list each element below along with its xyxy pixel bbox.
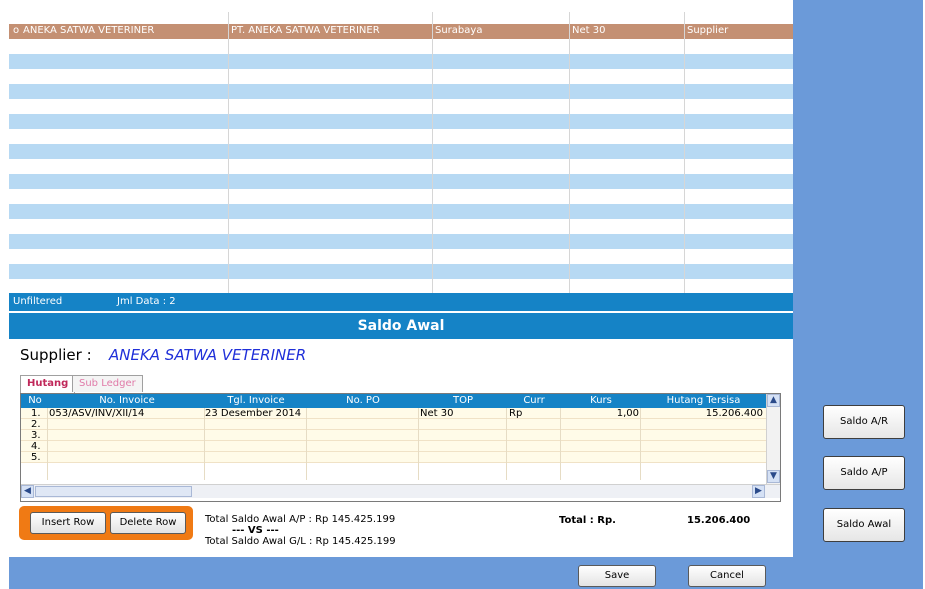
cell-no: 4. — [31, 441, 41, 452]
column-divider — [684, 12, 685, 293]
scroll-down-icon[interactable]: ▼ — [767, 470, 780, 483]
list-row[interactable] — [9, 219, 793, 234]
main-panel: o ANEKA SATWA VETERINER PT. ANEKA SATWA … — [9, 0, 793, 589]
list-row[interactable] — [9, 84, 793, 99]
col-header-po[interactable]: No. PO — [307, 395, 419, 406]
grid-column-divider — [560, 408, 561, 480]
list-row[interactable] — [9, 204, 793, 219]
cell-company: PT. ANEKA SATWA VETERINER — [231, 25, 380, 36]
table-row[interactable]: 1. 053/ASV/INV/XII/14 23 Desember 2014 N… — [21, 408, 766, 419]
table-row[interactable]: 3. — [21, 430, 766, 441]
column-divider — [228, 12, 229, 293]
delete-row-button[interactable]: Delete Row — [110, 512, 186, 534]
list-row[interactable] — [9, 129, 793, 144]
grid-column-divider — [47, 408, 48, 480]
col-header-invoice[interactable]: No. Invoice — [49, 395, 205, 406]
table-row[interactable]: 4. — [21, 441, 766, 452]
list-row[interactable] — [9, 264, 793, 279]
grid-column-divider — [506, 408, 507, 480]
cancel-button[interactable]: Cancel — [688, 565, 766, 587]
tab-hutang[interactable]: Hutang — [20, 375, 76, 393]
table-row[interactable]: 5. — [21, 452, 766, 463]
grid-column-divider — [418, 408, 419, 480]
list-row[interactable] — [9, 279, 793, 293]
total-saldo-gl: Total Saldo Awal G/L : Rp 145.425.199 — [205, 536, 396, 547]
row-action-group: Insert Row Delete Row — [19, 506, 193, 540]
cell-kurs[interactable]: 1,00 — [561, 408, 639, 419]
total-label: Total : Rp. — [559, 515, 616, 526]
list-row[interactable] — [9, 174, 793, 189]
list-row[interactable] — [9, 69, 793, 84]
list-row[interactable] — [9, 189, 793, 204]
grid-horizontal-scrollbar[interactable]: ◀ ▶ — [21, 484, 780, 498]
cell-no: 3. — [31, 430, 41, 441]
saldo-awal-panel: Supplier : ANEKA SATWA VETERINER Hutang … — [9, 339, 793, 589]
cell-curr[interactable]: Rp — [509, 408, 522, 419]
col-header-date[interactable]: Tgl. Invoice — [205, 395, 307, 406]
grid-header: No No. Invoice Tgl. Invoice No. PO TOP C… — [21, 394, 780, 408]
col-header-no[interactable]: No — [23, 395, 47, 406]
cell-invoice[interactable]: 053/ASV/INV/XII/14 — [49, 408, 144, 419]
cell-city: Surabaya — [435, 25, 483, 36]
supplier-name: ANEKA SATWA VETERINER — [109, 346, 307, 364]
vs-separator: --- VS --- — [232, 525, 279, 536]
grid-column-divider — [640, 408, 641, 480]
column-divider — [432, 12, 433, 293]
total-value: 15.206.400 — [687, 515, 751, 526]
cell-code: o — [13, 25, 20, 36]
list-row[interactable] — [9, 159, 793, 174]
tab-sub-ledger[interactable]: Sub Ledger — [72, 375, 143, 392]
cell-top[interactable]: Net 30 — [420, 408, 453, 419]
insert-row-button[interactable]: Insert Row — [30, 512, 106, 534]
cell-hutang[interactable]: 15.206.400 — [641, 408, 763, 419]
list-row[interactable] — [9, 114, 793, 129]
save-button[interactable]: Save — [578, 565, 656, 587]
col-header-top[interactable]: TOP — [419, 395, 507, 406]
col-header-kurs[interactable]: Kurs — [561, 395, 641, 406]
grid-column-divider — [306, 408, 307, 480]
column-divider — [569, 12, 570, 293]
scroll-right-icon[interactable]: ▶ — [752, 485, 765, 498]
scroll-thumb[interactable] — [35, 486, 192, 497]
col-header-curr[interactable]: Curr — [507, 395, 561, 406]
list-row[interactable] — [9, 234, 793, 249]
cell-no: 5. — [31, 452, 41, 463]
right-panel: Saldo A/R Saldo A/P Saldo Awal — [793, 0, 923, 589]
list-status-bar: Unfiltered Jml Data : 2 — [9, 293, 793, 311]
list-row[interactable] — [9, 39, 793, 54]
grid-vertical-scrollbar[interactable]: ▲ ▼ — [766, 394, 780, 484]
supplier-label: Supplier : — [20, 346, 92, 364]
scroll-left-icon[interactable]: ◀ — [21, 485, 34, 498]
saldo-awal-title: Saldo Awal — [9, 313, 793, 339]
footer-bar: Save Cancel — [9, 557, 793, 589]
list-row[interactable] — [9, 144, 793, 159]
list-row[interactable] — [9, 54, 793, 69]
grid-column-divider — [204, 408, 205, 480]
data-count: Jml Data : 2 — [117, 296, 176, 307]
filter-status: Unfiltered — [13, 296, 63, 307]
cell-name: ANEKA SATWA VETERINER — [23, 25, 155, 36]
cell-terms: Net 30 — [572, 25, 606, 36]
saldo-awal-button[interactable]: Saldo Awal — [823, 508, 905, 542]
supplier-list[interactable]: o ANEKA SATWA VETERINER PT. ANEKA SATWA … — [9, 12, 793, 293]
cell-no: 1. — [31, 408, 41, 419]
table-row[interactable]: 2. — [21, 419, 766, 430]
list-row[interactable] — [9, 249, 793, 264]
hutang-grid[interactable]: No No. Invoice Tgl. Invoice No. PO TOP C… — [20, 393, 781, 502]
cell-date[interactable]: 23 Desember 2014 — [205, 408, 301, 419]
saldo-ap-button[interactable]: Saldo A/P — [823, 456, 905, 490]
col-header-hutang[interactable]: Hutang Tersisa — [641, 395, 766, 406]
list-row-selected[interactable]: o ANEKA SATWA VETERINER PT. ANEKA SATWA … — [9, 24, 793, 39]
saldo-ar-button[interactable]: Saldo A/R — [823, 405, 905, 439]
list-row[interactable] — [9, 99, 793, 114]
scroll-up-icon[interactable]: ▲ — [767, 394, 780, 407]
cell-no: 2. — [31, 419, 41, 430]
cell-type: Supplier — [687, 25, 729, 36]
total-saldo-ap: Total Saldo Awal A/P : Rp 145.425.199 — [205, 514, 396, 525]
